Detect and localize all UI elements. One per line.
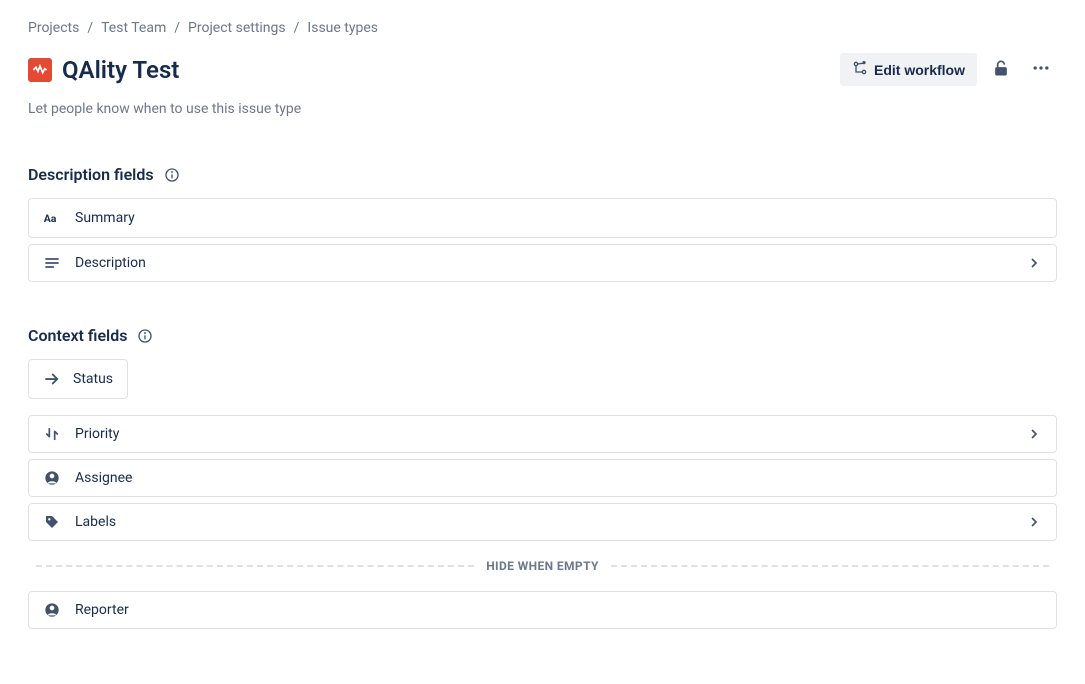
field-label: Labels (75, 514, 1026, 530)
info-icon[interactable] (164, 167, 180, 183)
divider-line (36, 565, 474, 567)
breadcrumb-separator: / (294, 20, 300, 36)
page-subtitle: Let people know when to use this issue t… (28, 101, 1057, 117)
header-left: QAlity Test (28, 56, 179, 84)
chevron-right-icon (1026, 514, 1042, 530)
field-label: Summary (75, 210, 1042, 226)
svg-text:Aa: Aa (44, 212, 57, 225)
issue-type-icon (28, 58, 52, 82)
more-icon (1031, 58, 1051, 81)
page-header: QAlity Test Edit workflow (28, 52, 1057, 87)
breadcrumb-settings[interactable]: Project settings (188, 20, 286, 36)
field-label: Status (73, 371, 113, 387)
more-button[interactable] (1025, 52, 1057, 87)
text-icon: Aa (43, 209, 61, 227)
field-summary[interactable]: Aa Summary (28, 198, 1057, 238)
info-icon[interactable] (137, 328, 153, 344)
breadcrumb-separator: / (87, 20, 93, 36)
page-title: QAlity Test (62, 56, 179, 84)
field-reporter[interactable]: Reporter (28, 591, 1057, 629)
hide-when-empty-divider: HIDE WHEN EMPTY (36, 559, 1049, 573)
arrow-right-icon (43, 370, 61, 388)
section-header: Context fields (28, 326, 1057, 345)
header-actions: Edit workflow (840, 52, 1057, 87)
field-label: Priority (75, 426, 1026, 442)
field-description[interactable]: Description (28, 244, 1057, 282)
field-status[interactable]: Status (28, 359, 128, 399)
divider-line (611, 565, 1049, 567)
edit-workflow-button[interactable]: Edit workflow (840, 53, 977, 86)
breadcrumb-team[interactable]: Test Team (101, 20, 166, 36)
workflow-icon (852, 60, 868, 79)
context-section: Context fields Status Pr (28, 326, 1057, 629)
lock-button[interactable] (985, 52, 1017, 87)
field-priority[interactable]: Priority (28, 415, 1057, 453)
section-header: Description fields (28, 165, 1057, 184)
chevron-right-icon (1026, 426, 1042, 442)
field-label: Description (75, 255, 1026, 271)
person-icon (43, 602, 61, 618)
field-label: Assignee (75, 470, 1042, 486)
tag-icon (43, 514, 61, 530)
chevron-right-icon (1026, 255, 1042, 271)
field-assignee[interactable]: Assignee (28, 459, 1057, 497)
person-icon (43, 470, 61, 486)
paragraph-icon (43, 255, 61, 271)
field-labels[interactable]: Labels (28, 503, 1057, 541)
unlock-icon (991, 58, 1011, 81)
breadcrumb-projects[interactable]: Projects (28, 20, 79, 36)
divider-label: HIDE WHEN EMPTY (486, 559, 599, 573)
description-section-title: Description fields (28, 165, 154, 184)
breadcrumb-issue-types[interactable]: Issue types (307, 20, 378, 36)
field-label: Reporter (75, 602, 1042, 618)
priority-icon (43, 426, 61, 442)
edit-workflow-label: Edit workflow (874, 62, 965, 78)
breadcrumb: Projects / Test Team / Project settings … (28, 20, 1057, 36)
breadcrumb-separator: / (174, 20, 180, 36)
description-section: Description fields Aa Summary (28, 165, 1057, 282)
context-section-title: Context fields (28, 326, 127, 345)
